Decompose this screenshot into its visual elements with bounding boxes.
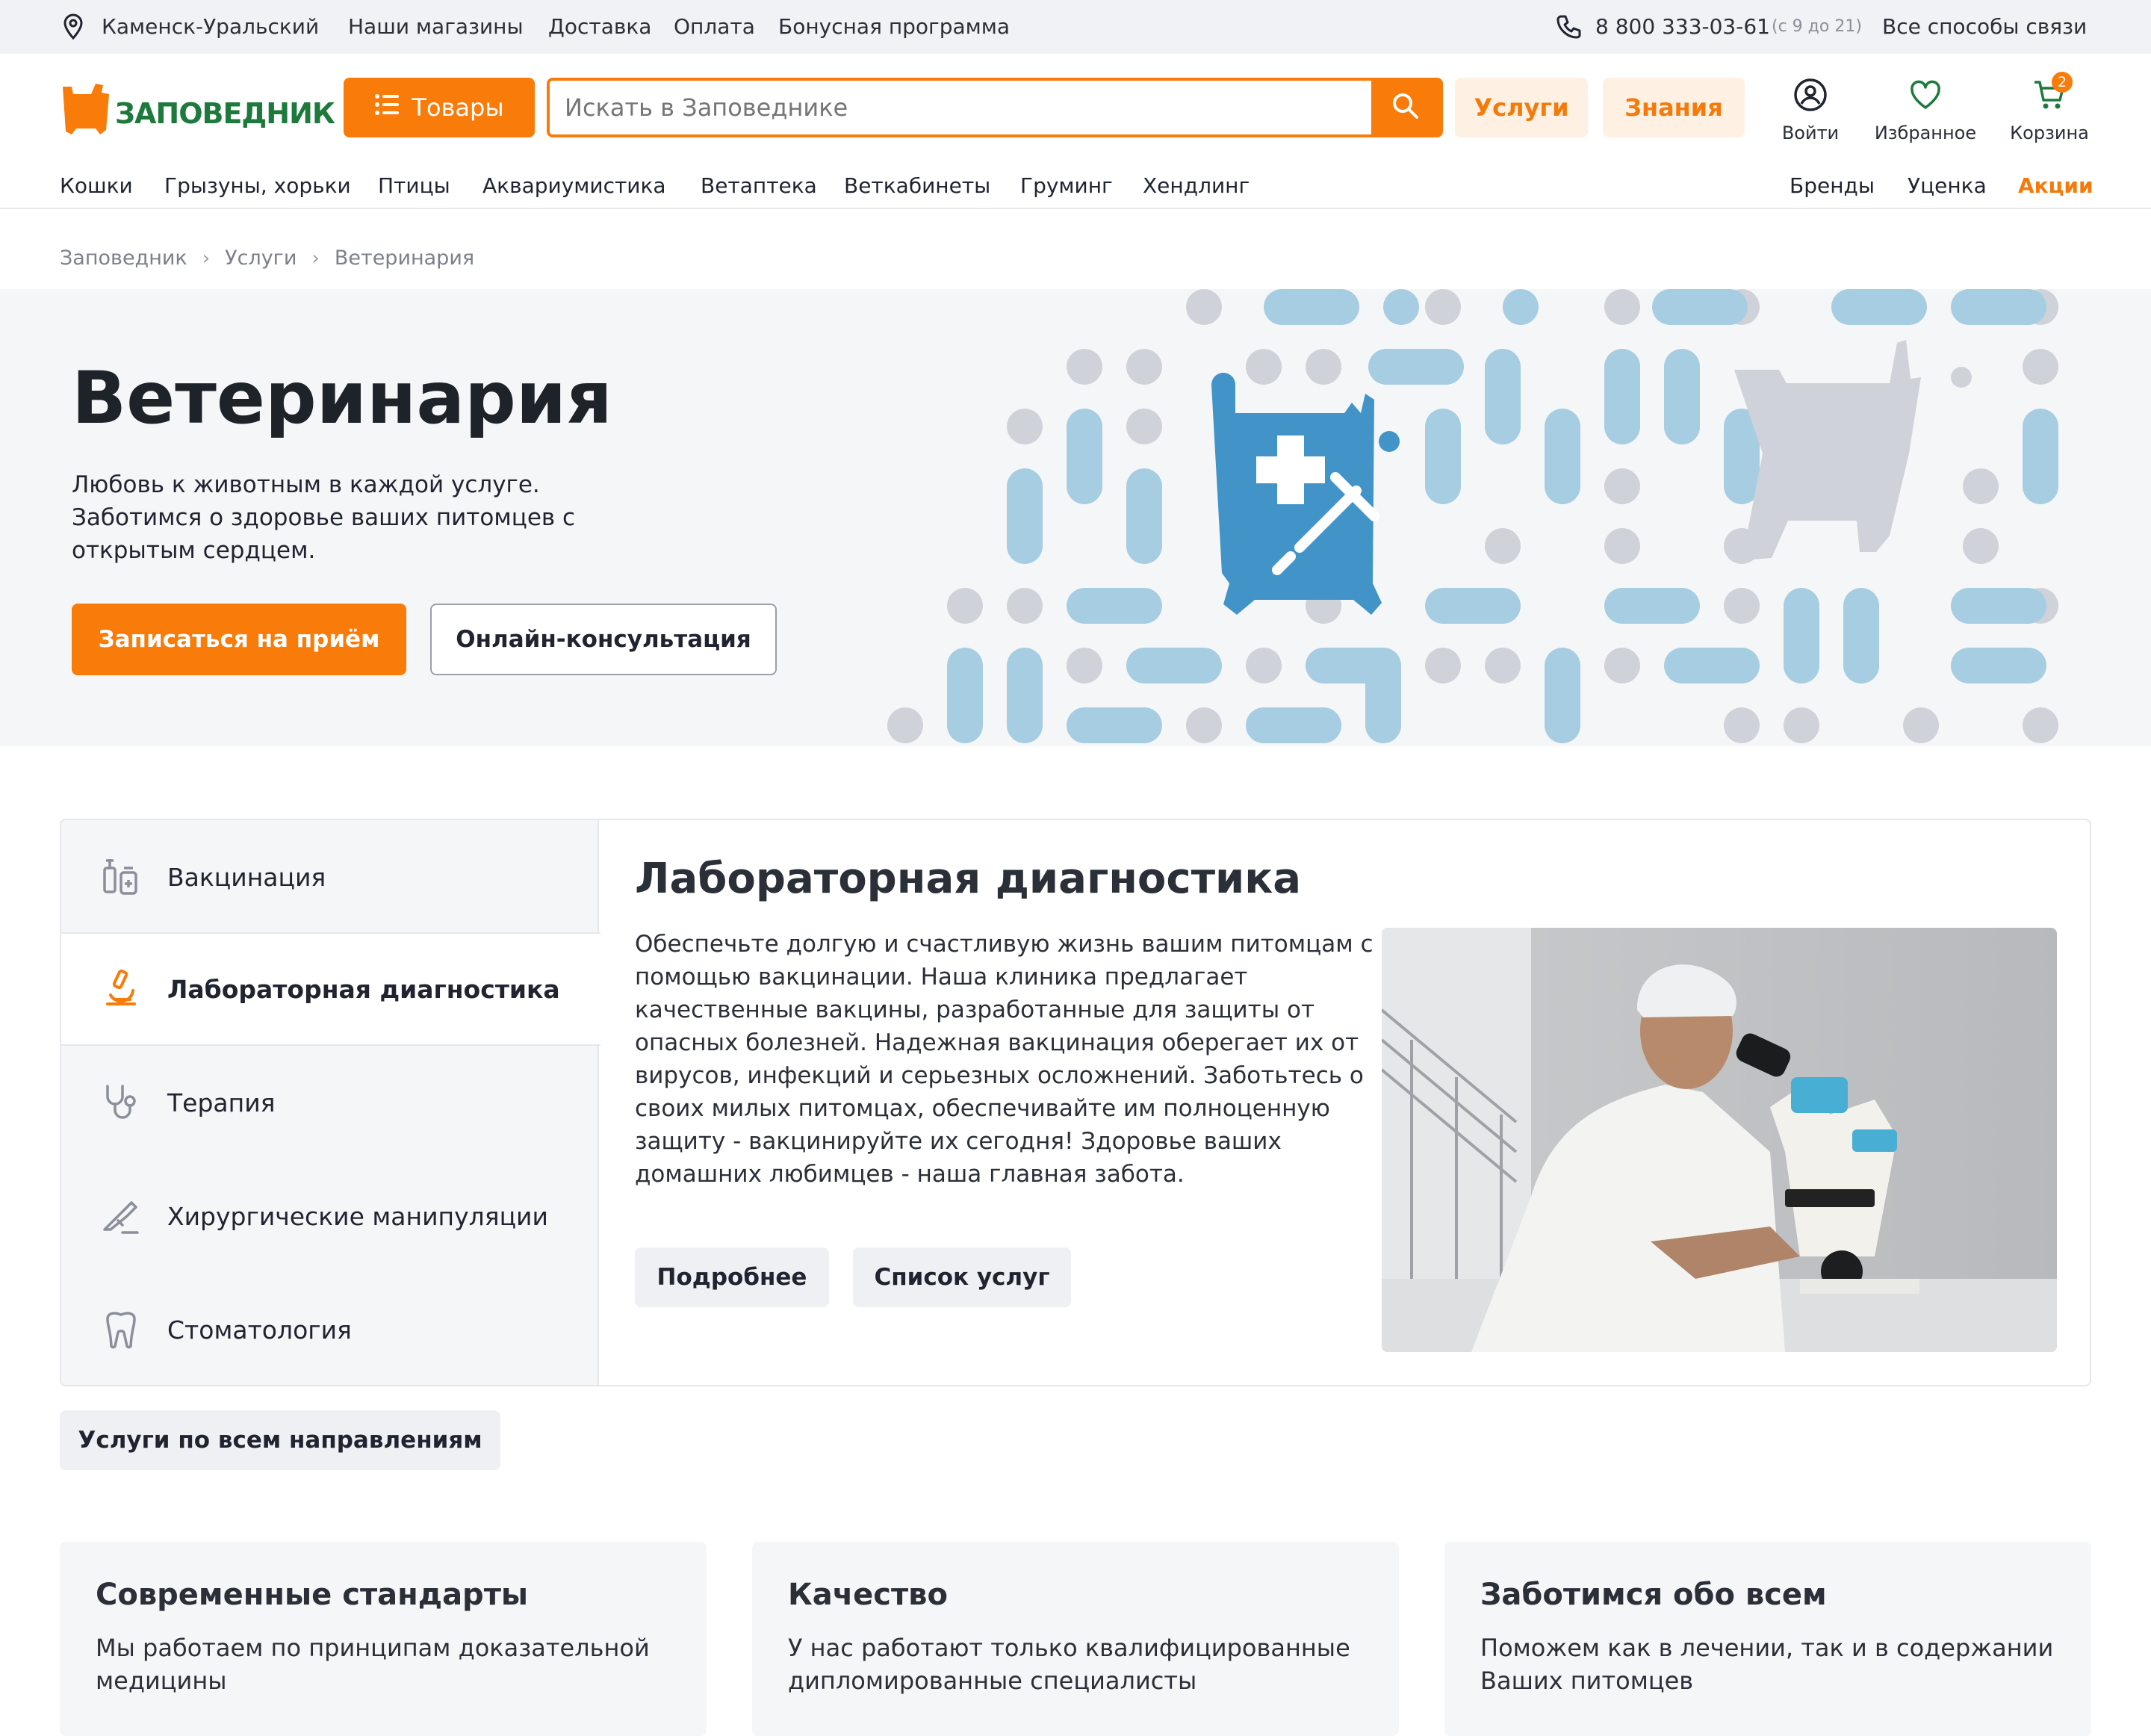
feature-text: Мы работаем по принципам доказательной м… [96, 1634, 650, 1695]
microscope-icon [100, 968, 142, 1010]
pet-silhouette-icon [1734, 340, 1921, 559]
all-services-button[interactable]: Услуги по всем направлениям [60, 1410, 500, 1470]
service-list-button[interactable]: Список услуг [853, 1247, 1071, 1307]
header-divider [0, 208, 2151, 209]
category-vet-pharmacy[interactable]: Ветаптека [701, 173, 817, 198]
all-contacts-link[interactable]: Все способы связи [1882, 14, 2087, 39]
category-aquarium[interactable]: Аквариумистика [482, 173, 666, 198]
chevron-right-icon: › [311, 247, 320, 270]
stethoscope-icon [100, 1082, 142, 1123]
lab-photo [1382, 928, 2057, 1352]
category-cats[interactable]: Кошки [60, 173, 133, 198]
service-tab-label: Хирургические манипуляции [167, 1201, 548, 1231]
services-panel: Вакцинация Лабораторная диагностика Тера… [60, 819, 2091, 1386]
nav-discount[interactable]: Уценка [1908, 173, 1987, 198]
breadcrumb: Заповедник › Услуги › Ветеринария [60, 247, 474, 270]
login-label: Войти [1781, 123, 1840, 143]
menu-list-icon [374, 93, 400, 122]
service-tab-label: Терапия [167, 1088, 276, 1117]
book-appointment-button[interactable]: Записаться на приём [72, 604, 406, 675]
service-tab-vaccination[interactable]: Вакцинация [61, 820, 599, 934]
nav-link-delivery[interactable]: Доставка [548, 14, 651, 39]
service-tab-dentistry[interactable]: Стоматология [61, 1273, 599, 1385]
city-selector[interactable]: Каменск-Уральский [102, 14, 319, 39]
service-description: Обеспечьте долгую и счастливую жизнь ваш… [635, 931, 1374, 1188]
vet-syringe-icon [1211, 373, 1400, 615]
phone-icon [1555, 13, 1582, 43]
more-button[interactable]: Подробнее [635, 1247, 829, 1307]
cart-icon: 2 [2032, 72, 2073, 117]
breadcrumb-home[interactable]: Заповедник [60, 247, 187, 270]
feature-title: Качество [788, 1578, 948, 1612]
services-sidebar: Вакцинация Лабораторная диагностика Тера… [61, 820, 600, 1385]
feature-card-quality: Качество У нас работают только квалифици… [752, 1542, 1399, 1736]
search-input[interactable] [565, 81, 1312, 134]
feature-text: Поможем как в лечении, так и в содержани… [1480, 1634, 2054, 1695]
heart-icon [1908, 80, 1943, 117]
nav-promotions[interactable]: Акции [2018, 173, 2093, 198]
feature-card-care: Заботимся обо всем Поможем как в лечении… [1444, 1542, 2091, 1736]
user-icon [1793, 78, 1828, 117]
category-handling[interactable]: Хендлинг [1143, 173, 1250, 198]
nav-link-bonus[interactable]: Бонусная программа [778, 14, 1010, 39]
cart-button[interactable]: 2 Корзина [2008, 72, 2091, 143]
logo-text: ЗАПОВЕДНИК [115, 97, 335, 130]
feature-title: Современные стандарты [96, 1578, 529, 1612]
catalog-button[interactable]: Товары [344, 78, 535, 137]
feature-title: Заботимся обо всем [1480, 1578, 1827, 1612]
phone-hours: (с 9 до 21) [1772, 17, 1862, 36]
service-tab-label: Вакцинация [167, 862, 326, 892]
category-grooming[interactable]: Груминг [1020, 173, 1113, 198]
logo[interactable]: ЗАПОВЕДНИК [60, 78, 335, 137]
search-icon [1391, 92, 1420, 123]
vaccine-icon [100, 856, 142, 898]
online-consultation-button[interactable]: Онлайн-консультация [430, 604, 777, 675]
location-pin-icon[interactable] [61, 13, 85, 43]
phone-number[interactable]: 8 800 333-03-61 [1595, 14, 1770, 39]
search-button[interactable] [1371, 81, 1440, 134]
service-tab-therapy[interactable]: Терапия [61, 1046, 599, 1159]
top-utility-bar: Каменск-Уральский Наши магазины Доставка… [0, 0, 2151, 54]
feature-text: У нас работают только квалифицированные … [788, 1634, 1350, 1695]
category-birds[interactable]: Птицы [378, 173, 450, 198]
tooth-icon [100, 1309, 142, 1351]
logo-mark-icon [63, 84, 109, 134]
hero-subtitle: Любовь к животным в каждой услуге. Забот… [72, 471, 576, 564]
cart-label: Корзина [2010, 123, 2089, 143]
chevron-right-icon: › [202, 247, 211, 270]
favorites-button[interactable]: Избранное [1867, 78, 1984, 143]
page-title: Ветеринария [72, 356, 612, 440]
knowledge-button[interactable]: Знания [1603, 78, 1745, 137]
catalog-button-label: Товары [412, 93, 504, 122]
service-tab-label: Стоматология [167, 1315, 352, 1345]
search-bar [547, 78, 1443, 137]
category-rodents[interactable]: Грызуны, хорьки [164, 173, 351, 198]
category-vet-clinics[interactable]: Веткабинеты [844, 173, 990, 198]
nav-link-stores[interactable]: Наши магазины [348, 14, 524, 39]
nav-link-payment[interactable]: Оплата [674, 14, 755, 39]
service-tab-label: Лабораторная диагностика [167, 974, 560, 1004]
feature-card-standards: Современные стандарты Мы работаем по при… [60, 1542, 707, 1736]
services-button[interactable]: Услуги [1455, 78, 1588, 137]
service-title: Лабораторная диагностика [635, 855, 1302, 903]
nav-brands[interactable]: Бренды [1790, 173, 1875, 198]
cart-count-badge: 2 [2052, 72, 2073, 93]
favorites-label: Избранное [1874, 123, 1977, 143]
scalpel-icon [100, 1195, 142, 1237]
breadcrumb-services[interactable]: Услуги [225, 247, 297, 270]
hero-banner: Ветеринария Любовь к животным в каждой у… [0, 289, 2151, 746]
login-button[interactable]: Войти [1775, 78, 1846, 143]
service-tab-surgery[interactable]: Хирургические манипуляции [61, 1159, 599, 1273]
hero-pattern-illustration [887, 289, 2058, 743]
breadcrumb-current: Ветеринария [334, 247, 475, 270]
service-tab-lab-diagnostics[interactable]: Лабораторная диагностика [61, 932, 600, 1046]
